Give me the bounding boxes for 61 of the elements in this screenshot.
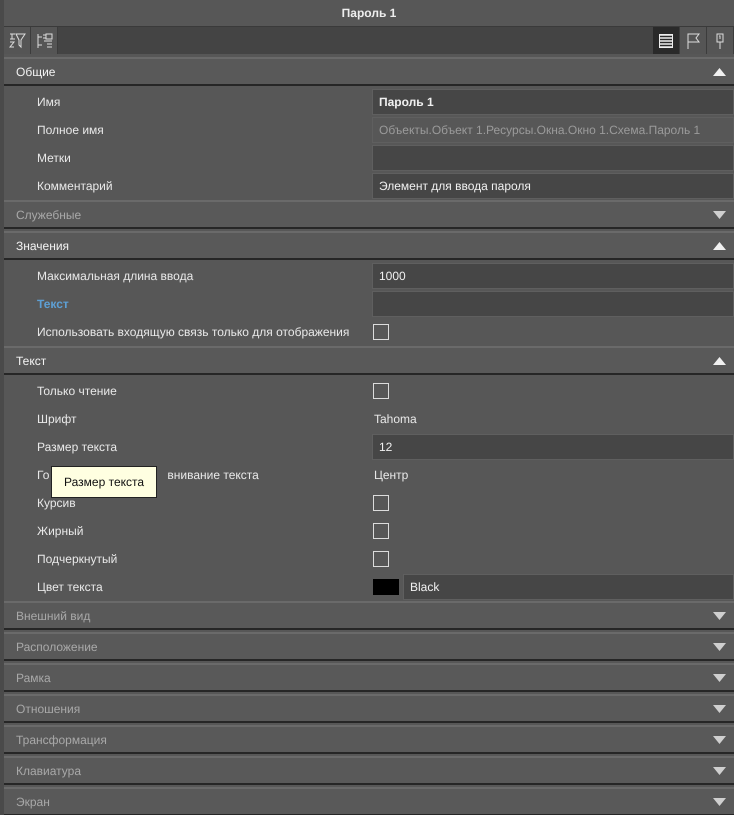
checkbox[interactable] xyxy=(373,383,389,399)
toolbar-button[interactable] xyxy=(31,27,58,54)
property-label: Текст xyxy=(37,296,69,313)
property-label: Использовать входящую связь только для отображения xyxy=(37,324,350,341)
expand-arrow-icon xyxy=(713,798,726,806)
section-header[interactable]: Служебные xyxy=(4,200,734,229)
checkbox[interactable] xyxy=(373,495,389,511)
expand-arrow-icon xyxy=(713,736,726,744)
property-label: Метки xyxy=(37,150,71,167)
collapse-arrow-icon xyxy=(713,68,726,76)
expand-arrow-icon xyxy=(713,766,726,774)
tooltip: Размер текста xyxy=(51,466,158,498)
expand-arrow-icon xyxy=(713,642,726,650)
window-title: Пароль 1 xyxy=(340,5,398,22)
section-header[interactable]: Рамка xyxy=(4,663,734,692)
input-field[interactable] xyxy=(372,291,734,317)
property-label: Комментарий xyxy=(37,178,113,195)
input-field[interactable]: Пароль 1 xyxy=(372,89,734,115)
property-label: Полное имя xyxy=(37,122,104,139)
expand-arrow-icon xyxy=(713,210,726,218)
section-header[interactable]: Внешний вид xyxy=(4,601,734,630)
property-value: Tahoma xyxy=(373,411,417,428)
property-label: внивание текста xyxy=(167,467,259,484)
property-label: Только чтение xyxy=(37,383,117,400)
checkbox[interactable] xyxy=(373,523,389,539)
property-label: Цвет текста xyxy=(37,579,103,596)
checkbox[interactable] xyxy=(373,324,389,340)
expand-arrow-icon xyxy=(713,612,726,620)
toolbar-button[interactable] xyxy=(680,27,707,54)
section-header[interactable]: Клавиатура xyxy=(4,756,734,785)
property-label: Подчеркнутый xyxy=(37,551,118,568)
input-field[interactable]: 1000 xyxy=(372,263,734,289)
collapse-arrow-icon xyxy=(713,242,726,250)
input-field[interactable] xyxy=(372,145,734,171)
property-label: Жирный xyxy=(37,523,84,540)
collapse-arrow-icon xyxy=(713,356,726,364)
property-label: Имя xyxy=(37,94,60,111)
section-header[interactable]: Текст xyxy=(4,346,734,375)
property-label: Максимальная длина ввода xyxy=(37,268,194,285)
toolbar-button[interactable] xyxy=(653,27,680,54)
property-label: Курсив xyxy=(37,495,76,512)
input-field[interactable]: 12 xyxy=(372,434,734,460)
property-value: Центр xyxy=(373,467,408,484)
property-label: Го xyxy=(37,467,50,484)
section-header[interactable]: Трансформация xyxy=(4,725,734,754)
property-label: Размер текста xyxy=(37,439,118,456)
checkbox[interactable] xyxy=(373,551,389,567)
section-header[interactable]: Отношения xyxy=(4,694,734,723)
property-label: Шрифт xyxy=(37,411,76,428)
toolbar-button[interactable] xyxy=(707,27,734,54)
toolbar-button[interactable] xyxy=(4,27,31,54)
section-header[interactable]: Значения xyxy=(4,231,734,260)
section-header[interactable]: Расположение xyxy=(4,632,734,661)
expand-arrow-icon xyxy=(713,674,726,682)
expand-arrow-icon xyxy=(713,704,726,712)
color-swatch[interactable] xyxy=(373,579,399,595)
input-field[interactable]: Элемент для ввода пароля xyxy=(372,173,734,199)
sort-filter-icon xyxy=(7,30,27,50)
section-header[interactable]: Общие xyxy=(4,57,734,86)
section-header[interactable]: Экран xyxy=(4,787,734,815)
color-field[interactable]: Black xyxy=(403,574,734,600)
